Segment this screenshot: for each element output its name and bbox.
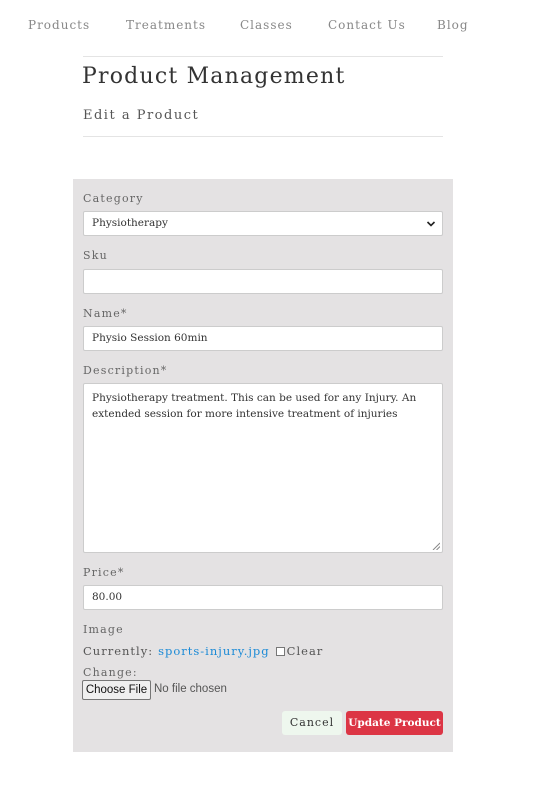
choose-file-button[interactable]: Choose File (82, 680, 151, 700)
sku-label: Sku (83, 249, 108, 262)
nav-item-contact-us[interactable]: Contact Us (328, 18, 406, 32)
nav-item-treatments[interactable]: Treatments (126, 18, 206, 32)
resize-handle-icon[interactable] (432, 542, 440, 550)
clear-image-checkbox[interactable] (275, 646, 285, 656)
clear-label: Clear (286, 644, 324, 658)
cancel-button[interactable]: Cancel (282, 711, 342, 735)
price-label: Price* (83, 566, 125, 579)
image-label: Image (83, 623, 124, 636)
current-image-link[interactable]: sports-injury.jpg (158, 644, 270, 658)
name-label: Name* (83, 307, 128, 320)
file-status: No file chosen (154, 683, 227, 695)
price-input[interactable]: 80.00 (83, 585, 443, 610)
page-subtitle: Edit a Product (83, 108, 200, 123)
nav-item-blog[interactable]: Blog (437, 18, 469, 32)
top-divider (83, 56, 443, 57)
top-nav: Products Treatments Classes Contact Us B… (0, 18, 549, 38)
description-text: Physiotherapy treatment. This can be use… (92, 392, 417, 420)
description-textarea[interactable]: Physiotherapy treatment. This can be use… (83, 383, 443, 553)
category-label: Category (83, 192, 144, 205)
update-product-button[interactable]: Update Product (346, 711, 443, 735)
header-divider (83, 136, 443, 137)
change-label: Change: (83, 666, 138, 679)
sku-input[interactable] (83, 269, 443, 294)
nav-item-products[interactable]: Products (28, 18, 90, 32)
description-label: Description* (83, 364, 168, 377)
currently-label: Currently: (83, 644, 154, 658)
current-image-row: Currently: sports-injury.jpg Clear (83, 643, 323, 659)
chevron-down-icon (426, 221, 436, 227)
category-select[interactable]: Physiotherapy (83, 211, 443, 236)
page-title: Product Management (82, 64, 346, 89)
nav-item-classes[interactable]: Classes (240, 18, 293, 32)
category-selected-value: Physiotherapy (92, 217, 168, 229)
name-input[interactable]: Physio Session 60min (83, 326, 443, 351)
